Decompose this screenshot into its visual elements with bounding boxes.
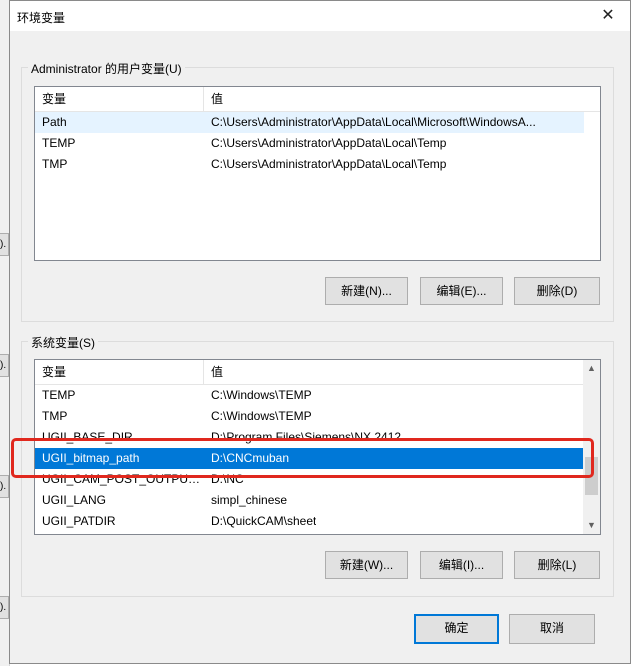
variable-value: D:\CNCmuban bbox=[211, 451, 290, 465]
variable-value: C:\Windows\TEMP bbox=[211, 409, 312, 423]
variable-name: TMP bbox=[42, 409, 68, 423]
vertical-scrollbar[interactable]: ▲ ▼ bbox=[583, 360, 600, 534]
variable-name: UGII_PATDIR bbox=[42, 514, 116, 528]
user-variables-list[interactable]: 变量 值 Path C:\Users\Administrator\AppData… bbox=[34, 86, 601, 261]
variable-name: UGII_LANG bbox=[42, 493, 107, 507]
variable-name: UGII_BASE_DIR bbox=[42, 430, 133, 444]
background-button[interactable]: ). bbox=[0, 596, 9, 619]
variable-name: UGII_CAM_POST_OUTPUT... bbox=[42, 472, 204, 486]
environment-variables-dialog: 环境变量 ✕ Administrator 的用户变量(U) 变量 值 Path … bbox=[9, 0, 631, 664]
scrollbar-thumb[interactable] bbox=[585, 457, 598, 495]
variable-name: UGII_bitmap_path bbox=[42, 451, 140, 465]
variable-value: C:\Users\Administrator\AppData\Local\Mic… bbox=[211, 115, 536, 129]
cancel-button[interactable]: 取消 bbox=[509, 614, 595, 644]
variable-value: C:\Users\Administrator\AppData\Local\Tem… bbox=[211, 157, 447, 171]
background-button[interactable]: ). bbox=[0, 354, 9, 377]
title-bar: 环境变量 ✕ bbox=[10, 1, 630, 31]
user-new-button[interactable]: 新建(N)... bbox=[325, 277, 408, 305]
user-variables-label: Administrator 的用户变量(U) bbox=[28, 60, 185, 77]
variable-name: Path bbox=[42, 115, 67, 129]
variable-value: D:\Program Files\Siemens\NX 2412 bbox=[211, 430, 402, 444]
column-header-value[interactable]: 值 bbox=[204, 87, 584, 111]
close-icon[interactable]: ✕ bbox=[586, 1, 630, 31]
list-header: 变量 值 bbox=[35, 360, 584, 385]
system-variables-label: 系统变量(S) bbox=[28, 334, 98, 351]
scroll-down-icon[interactable]: ▼ bbox=[583, 517, 600, 534]
user-delete-button[interactable]: 删除(D) bbox=[514, 277, 600, 305]
variable-name: TEMP bbox=[42, 388, 76, 402]
system-variables-list[interactable]: 变量 值 TEMP C:\Windows\TEMP TMP C:\Windows… bbox=[34, 359, 601, 535]
dialog-title: 环境变量 bbox=[17, 11, 66, 25]
system-delete-button[interactable]: 删除(L) bbox=[514, 551, 600, 579]
table-row[interactable]: UGII_BASE_DIR D:\Program Files\Siemens\N… bbox=[35, 427, 584, 448]
table-row[interactable]: UGII_PATDIR D:\QuickCAM\sheet bbox=[35, 511, 584, 532]
system-edit-button[interactable]: 编辑(I)... bbox=[420, 551, 503, 579]
background-button[interactable]: ). bbox=[0, 233, 9, 256]
variable-name: TMP bbox=[42, 157, 68, 171]
column-header-variable[interactable]: 变量 bbox=[35, 360, 204, 384]
user-edit-button[interactable]: 编辑(E)... bbox=[420, 277, 503, 305]
table-row[interactable]: TEMP C:\Windows\TEMP bbox=[35, 385, 584, 406]
system-new-button[interactable]: 新建(W)... bbox=[325, 551, 408, 579]
background-button[interactable]: ). bbox=[0, 475, 9, 498]
table-row[interactable]: Path C:\Users\Administrator\AppData\Loca… bbox=[35, 112, 584, 133]
table-row[interactable]: UGII_CAM_POST_OUTPUT... D:\NC bbox=[35, 469, 584, 490]
list-header: 变量 值 bbox=[35, 87, 600, 112]
variable-value: C:\Windows\TEMP bbox=[211, 388, 312, 402]
table-row[interactable]: TMP C:\Users\Administrator\AppData\Local… bbox=[35, 154, 584, 175]
variable-value: D:\QuickCAM\sheet bbox=[211, 514, 317, 528]
column-header-value[interactable]: 值 bbox=[204, 360, 584, 384]
column-header-variable[interactable]: 变量 bbox=[35, 87, 204, 111]
variable-value: simpl_chinese bbox=[211, 493, 288, 507]
variable-name: TEMP bbox=[42, 136, 76, 150]
table-row-selected[interactable]: UGII_bitmap_path D:\CNCmuban bbox=[35, 448, 584, 469]
variable-value: C:\Users\Administrator\AppData\Local\Tem… bbox=[211, 136, 447, 150]
table-row[interactable]: TEMP C:\Users\Administrator\AppData\Loca… bbox=[35, 133, 584, 154]
table-row[interactable]: TMP C:\Windows\TEMP bbox=[35, 406, 584, 427]
variable-value: D:\NC bbox=[211, 472, 244, 486]
ok-button[interactable]: 确定 bbox=[414, 614, 499, 644]
table-row[interactable]: UGII_LANG simpl_chinese bbox=[35, 490, 584, 511]
scroll-up-icon[interactable]: ▲ bbox=[583, 360, 600, 377]
